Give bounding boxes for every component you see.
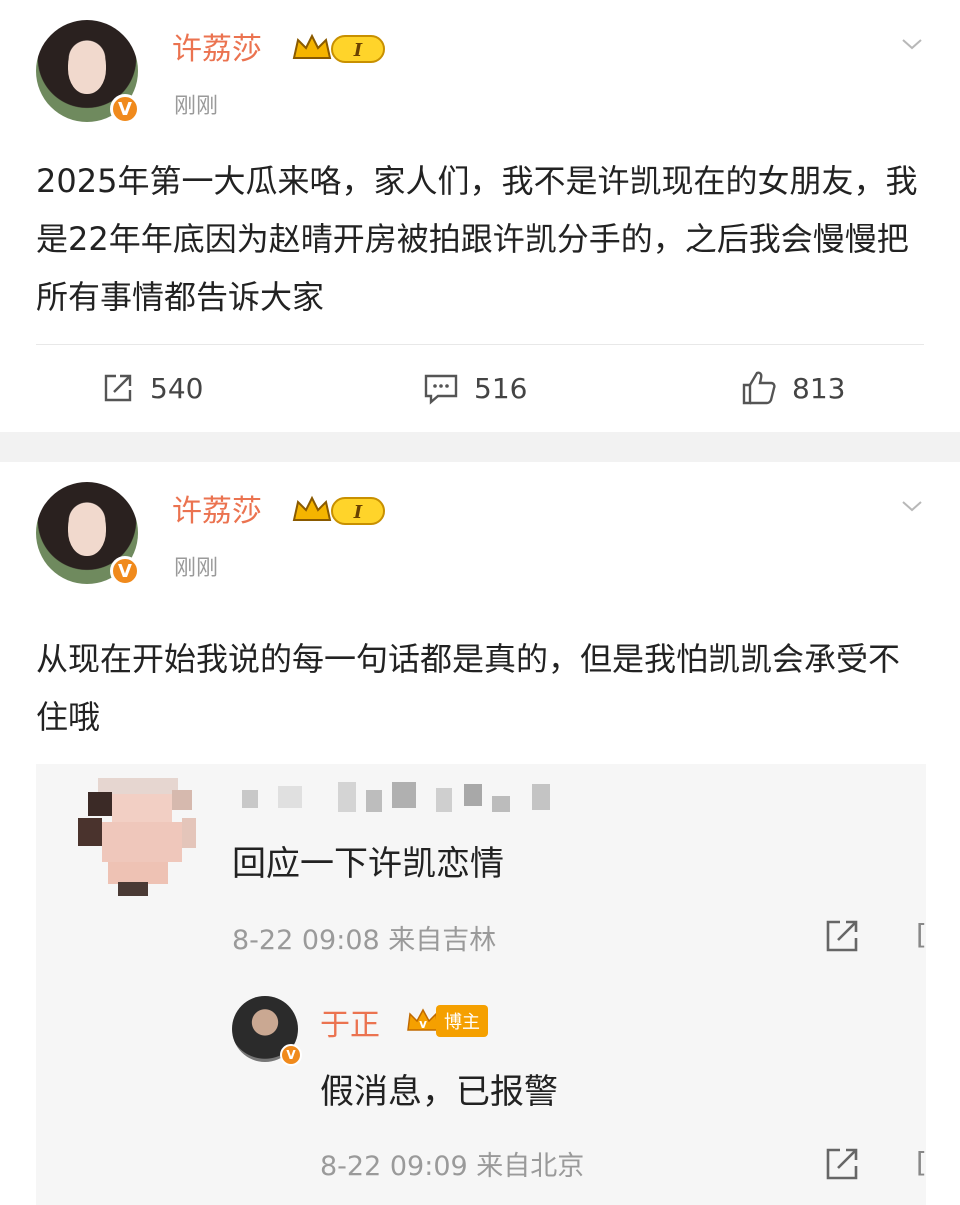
author-badge-label: 博主 xyxy=(436,1005,488,1037)
post-username[interactable]: 许荔莎 xyxy=(172,24,262,68)
verified-badge: V xyxy=(110,94,140,124)
avatar-face xyxy=(68,504,106,556)
author-badge: v 博主 xyxy=(406,1004,494,1038)
quoted-comment: 回应一下许凯恋情 8-22 09:08 来自吉林 [ V 于正 v 博主 假消息… xyxy=(36,764,927,1205)
weibo-post: V 许荔莎 I 刚刚 从现在开始我说的每一句话都是真的，但是我怕凯凯会承受不住哦 xyxy=(0,462,960,1205)
svg-text:I: I xyxy=(353,502,363,523)
avatar[interactable]: V xyxy=(36,482,140,586)
comment-button[interactable]: 516 xyxy=(422,358,527,418)
truncated-icon: [ xyxy=(916,1146,927,1179)
weibo-post: V 许荔莎 I 刚刚 2025年第一大瓜来咯，家人们，我不是许凯现在的女朋友，我… xyxy=(0,0,960,432)
chevron-down-icon[interactable] xyxy=(900,494,924,518)
post-username[interactable]: 许荔莎 xyxy=(172,486,262,530)
crown-icon: I xyxy=(292,33,385,63)
reply-meta: 8-22 09:09 来自北京 xyxy=(320,1151,585,1182)
like-count: 813 xyxy=(792,371,846,405)
reply-username[interactable]: 于正 xyxy=(320,1000,380,1044)
repost-count: 540 xyxy=(150,371,204,405)
post-time: 刚刚 xyxy=(174,556,219,581)
truncated-icon: [ xyxy=(916,918,927,951)
blurred-avatar[interactable] xyxy=(78,778,198,896)
blurred-username[interactable] xyxy=(242,782,562,812)
reply-text: 假消息，已报警 xyxy=(320,1072,558,1112)
post-text: 2025年第一大瓜来咯，家人们，我不是许凯现在的女朋友，我是22年年底因为赵晴开… xyxy=(36,162,918,316)
comment-count: 516 xyxy=(474,371,528,405)
verified-badge: V xyxy=(110,556,140,586)
comment-text: 回应一下许凯恋情 xyxy=(232,844,504,884)
crown-icon: I xyxy=(292,495,385,525)
verified-badge: V xyxy=(280,1044,302,1066)
share-icon[interactable] xyxy=(822,916,862,956)
chevron-down-icon[interactable] xyxy=(900,32,924,56)
crown-icon: v xyxy=(407,1008,439,1031)
comment-meta: 8-22 09:08 来自吉林 xyxy=(232,925,497,956)
thumbs-up-icon xyxy=(742,371,776,405)
reply-avatar[interactable]: V xyxy=(232,996,302,1066)
svg-text:I: I xyxy=(353,40,363,61)
post-time: 刚刚 xyxy=(174,94,219,119)
avatar-face xyxy=(68,42,106,94)
share-icon[interactable] xyxy=(822,1144,862,1184)
divider xyxy=(36,344,924,345)
post-text: 从现在开始我说的每一句话都是真的，但是我怕凯凯会承受不住哦 xyxy=(36,640,901,736)
svg-text:v: v xyxy=(419,1017,427,1031)
like-button[interactable]: 813 xyxy=(740,358,845,418)
post-separator xyxy=(0,432,960,462)
action-bar: 540 516 813 xyxy=(0,358,960,418)
repost-icon xyxy=(104,374,132,402)
repost-button[interactable]: 540 xyxy=(100,358,203,418)
comment-icon xyxy=(424,374,458,405)
avatar[interactable]: V xyxy=(36,20,140,124)
